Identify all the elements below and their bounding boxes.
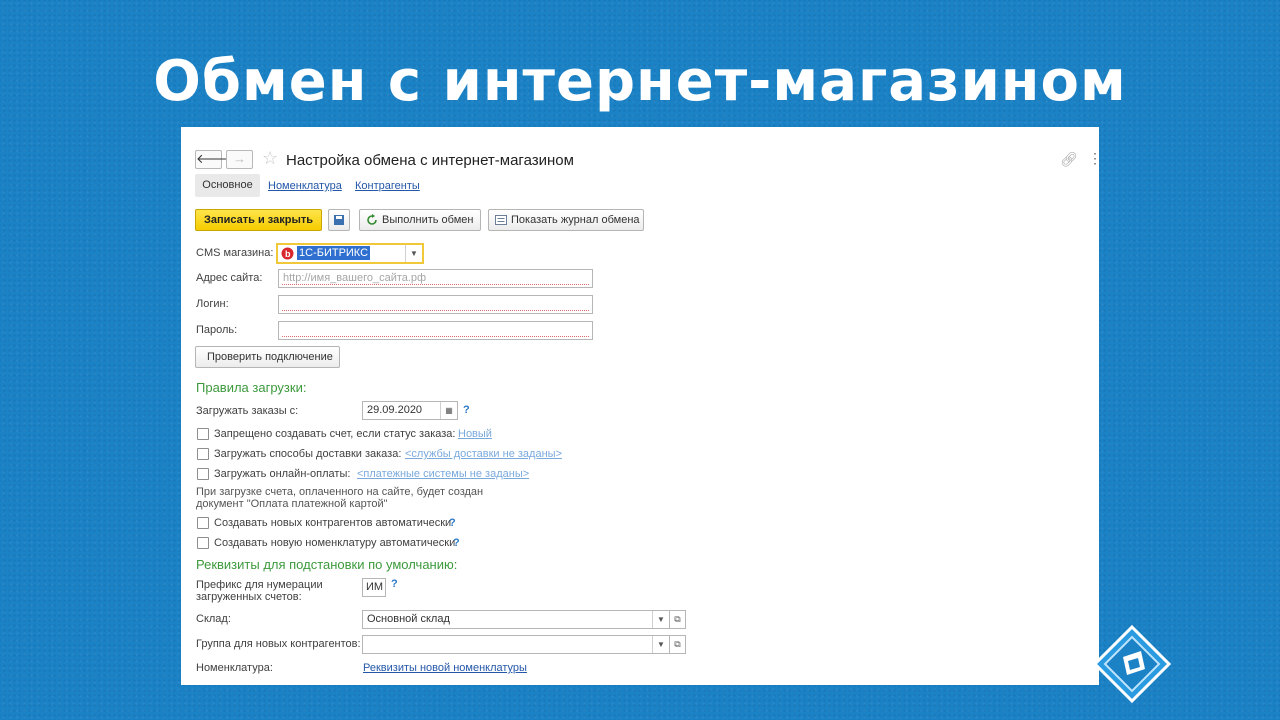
- form-title: Настройка обмена с интернет-магазином: [286, 152, 574, 169]
- dropdown-icon[interactable]: ▼: [405, 245, 422, 262]
- auto-items-checkbox[interactable]: [197, 537, 209, 549]
- warehouse-select[interactable]: Основной склад ▼: [362, 610, 670, 629]
- run-exchange-button[interactable]: Выполнить обмен: [359, 209, 481, 231]
- login-label: Логин:: [196, 298, 229, 310]
- prefix-help-icon[interactable]: ?: [391, 578, 398, 590]
- cms-value: 1С-БИТРИКС: [297, 246, 371, 260]
- cms-select[interactable]: b 1С-БИТРИКС ▼: [276, 243, 424, 264]
- tab-nomenclature[interactable]: Номенклатура: [268, 180, 342, 192]
- online-payments-checkbox[interactable]: [197, 468, 209, 480]
- site-input[interactable]: http://имя_вашего_сайта.рф: [278, 269, 593, 288]
- link-icon[interactable]: 🔗︎: [1060, 151, 1078, 168]
- group-label: Группа для новых контрагентов:: [196, 638, 361, 650]
- refresh-icon: [367, 214, 377, 225]
- window-content: 🡐 → ☆ Настройка обмена с интернет-магази…: [187, 133, 1099, 679]
- site-placeholder: http://имя_вашего_сайта.рф: [283, 272, 427, 284]
- save-icon: [334, 215, 344, 225]
- settings-window: 🡐 → ☆ Настройка обмена с интернет-магази…: [181, 127, 1099, 685]
- bitrix-icon: b: [281, 247, 294, 260]
- auto-contractors-help-icon[interactable]: ?: [449, 517, 456, 529]
- password-label: Пароль:: [196, 324, 238, 336]
- show-log-button[interactable]: Показать журнал обмена: [488, 209, 644, 231]
- show-log-label: Показать журнал обмена: [511, 214, 640, 226]
- delivery-methods-label: Загружать способы доставки заказа:: [214, 448, 402, 460]
- cms-label: CMS магазина:: [196, 247, 274, 259]
- save-button[interactable]: [328, 209, 350, 231]
- save-close-button[interactable]: Записать и закрыть: [195, 209, 322, 231]
- calendar-icon[interactable]: ▦: [440, 402, 457, 419]
- items-label: Номенклатура:: [196, 662, 273, 674]
- group-open-icon[interactable]: ⧉: [670, 635, 686, 654]
- password-input[interactable]: [278, 321, 593, 340]
- delivery-services-link[interactable]: <службы доставки не заданы>: [405, 448, 562, 460]
- orders-help-icon[interactable]: ?: [463, 404, 470, 416]
- more-icon[interactable]: ⋮: [1088, 150, 1099, 167]
- warehouse-label: Склад:: [196, 613, 231, 625]
- login-input[interactable]: [278, 295, 593, 314]
- tab-main[interactable]: Основное: [195, 174, 260, 197]
- orders-from-label: Загружать заказы с:: [196, 405, 299, 417]
- forbid-invoice-checkbox[interactable]: [197, 428, 209, 440]
- warehouse-open-icon[interactable]: ⧉: [670, 610, 686, 629]
- payment-note-line1: При загрузке счета, оплаченного на сайте…: [196, 486, 484, 498]
- auto-contractors-checkbox[interactable]: [197, 517, 209, 529]
- prefix-label-line2: загруженных счетов:: [196, 591, 302, 603]
- forward-arrow-icon: →: [233, 151, 246, 166]
- back-button[interactable]: 🡐: [195, 150, 231, 169]
- forbid-invoice-label: Запрещено создавать счет, если статус за…: [214, 428, 456, 440]
- defaults-title: Реквизиты для подстановки по умолчанию:: [196, 557, 458, 572]
- orders-from-value: 29.09.2020: [367, 404, 423, 416]
- auto-items-label: Создавать новую номенклатуру автоматичес…: [214, 537, 456, 549]
- brand-logo-icon: [1093, 625, 1171, 703]
- prefix-label-line1: Префикс для нумерации: [196, 579, 323, 591]
- star-icon[interactable]: ☆: [262, 148, 278, 168]
- warehouse-dropdown-icon[interactable]: ▼: [652, 611, 669, 628]
- load-rules-title: Правила загрузки:: [196, 380, 307, 395]
- payment-systems-link[interactable]: <платежные системы не заданы>: [357, 468, 529, 480]
- warehouse-value: Основной склад: [367, 613, 450, 625]
- payment-note-line2: документ "Оплата платежной картой": [196, 498, 388, 510]
- svg-text:b: b: [285, 249, 291, 259]
- forward-button[interactable]: →: [226, 150, 253, 169]
- check-connection-button[interactable]: Проверить подключение: [195, 346, 340, 368]
- delivery-methods-checkbox[interactable]: [197, 448, 209, 460]
- order-status-link[interactable]: Новый: [458, 428, 492, 440]
- auto-contractors-label: Создавать новых контрагентов автоматичес…: [214, 517, 452, 529]
- new-items-props-link[interactable]: Реквизиты новой номенклатуры: [363, 662, 527, 674]
- orders-from-input[interactable]: 29.09.2020 ▦: [362, 401, 458, 420]
- online-payments-label: Загружать онлайн-оплаты:: [214, 468, 351, 480]
- auto-items-help-icon[interactable]: ?: [453, 537, 460, 549]
- journal-icon: [495, 215, 507, 225]
- slide-title: Обмен с интернет-магазином: [153, 49, 1127, 114]
- site-label: Адрес сайта:: [196, 272, 263, 284]
- run-exchange-label: Выполнить обмен: [382, 214, 474, 226]
- tab-contractors[interactable]: Контрагенты: [355, 180, 420, 192]
- group-select[interactable]: ▼: [362, 635, 670, 654]
- group-dropdown-icon[interactable]: ▼: [652, 636, 669, 653]
- prefix-input[interactable]: ИМ: [362, 578, 386, 597]
